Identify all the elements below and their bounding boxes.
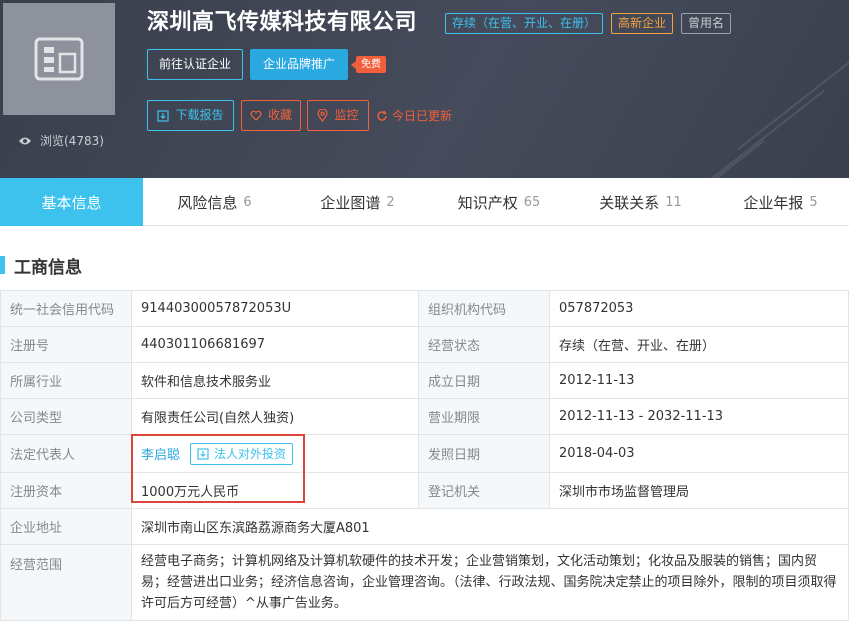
refresh-icon [377, 110, 387, 121]
approve-date-label: 发照日期 [418, 434, 550, 473]
term-value: 2012-11-13 - 2032-11-13 [549, 398, 849, 435]
biz-status-label: 经营状态 [418, 326, 550, 363]
heart-icon [250, 110, 262, 121]
hightech-badge: 高新企业 [611, 13, 674, 34]
founded-label: 成立日期 [418, 362, 550, 399]
status-badge: 存续（在营、开业、在册） [445, 13, 604, 34]
authority-label: 登记机关 [418, 472, 550, 509]
business-info-table: 统一社会信用代码 91440300057872053U 组织机构代码 05787… [0, 290, 849, 621]
org-code-value: 057872053 [549, 290, 849, 327]
favorite-label: 收藏 [267, 108, 292, 122]
table-row: 统一社会信用代码 91440300057872053U 组织机构代码 05787… [0, 290, 849, 327]
scope-value: 经营电子商务；计算机网络及计算机软硬件的技术开发；企业营销策划，文化活动策划；化… [131, 544, 849, 621]
address-value: 深圳市南山区东滨路荔源商务大厦A801 [131, 508, 849, 545]
tab-label: 关联关系 [599, 193, 660, 212]
download-icon [197, 447, 209, 460]
tab-relations[interactable]: 关联关系 11 [569, 178, 712, 226]
tab-label: 企业图谱 [320, 193, 381, 212]
company-type-label: 公司类型 [0, 398, 132, 435]
authority-value: 深圳市市场监督管理局 [549, 472, 849, 509]
tab-label: 知识产权 [457, 193, 518, 212]
term-label: 营业期限 [418, 398, 550, 435]
updated-label: 今日已更新 [392, 109, 453, 123]
table-row: 企业地址 深圳市南山区东滨路荔源商务大厦A801 [0, 508, 849, 545]
decorative-streak [737, 49, 849, 151]
approve-date-value: 2018-04-03 [549, 434, 849, 473]
certify-button[interactable]: 前往认证企业 [147, 49, 243, 80]
section-accent-bar [0, 256, 5, 274]
legal-rep-link[interactable]: 李启聪 [141, 444, 180, 463]
org-code-label: 组织机构代码 [418, 290, 550, 327]
tab-count: 5 [809, 194, 818, 210]
location-pin-icon [317, 109, 329, 122]
table-row: 法定代表人 李启聪 法人对外投资 发照日期 2018-04-03 [0, 434, 849, 473]
reg-no-value: 440301106681697 [131, 326, 419, 363]
legal-rep-cell: 李启聪 法人对外投资 [131, 434, 419, 473]
download-label: 下载报告 [175, 108, 224, 122]
tab-label: 风险信息 [177, 193, 238, 212]
reg-no-label: 注册号 [0, 326, 132, 363]
company-type-value: 有限责任公司(自然人独资) [131, 398, 419, 435]
industry-label: 所属行业 [0, 362, 132, 399]
section-title-text: 工商信息 [14, 257, 82, 278]
table-row: 注册号 440301106681697 经营状态 存续（在营、开业、在册） [0, 326, 849, 363]
tab-ip[interactable]: 知识产权 65 [429, 178, 569, 226]
tab-label: 基本信息 [41, 193, 102, 212]
company-logo [3, 3, 115, 115]
tab-bar: 基本信息 风险信息 6 企业图谱 2 知识产权 65 关联关系 11 企业年报 5 [0, 178, 849, 226]
company-header: 浏览(4783) 深圳高飞传媒科技有限公司 存续（在营、开业、在册） 高新企业 … [0, 0, 849, 178]
monitor-label: 监控 [334, 108, 359, 122]
company-name: 深圳高飞传媒科技有限公司 [147, 10, 418, 35]
founded-value: 2012-11-13 [549, 362, 849, 399]
tab-risk-info[interactable]: 风险信息 6 [143, 178, 286, 226]
table-row: 所属行业 软件和信息技术服务业 成立日期 2012-11-13 [0, 362, 849, 399]
table-row: 注册资本 1000万元人民币 登记机关 深圳市市场监督管理局 [0, 472, 849, 509]
legal-rep-wrap: 李启聪 法人对外投资 [141, 442, 409, 465]
decorative-streak [637, 139, 765, 178]
table-row: 公司类型 有限责任公司(自然人独资) 营业期限 2012-11-13 - 203… [0, 398, 849, 435]
tab-count: 2 [386, 194, 395, 210]
download-report-button[interactable]: 下载报告 [147, 100, 234, 131]
address-label: 企业地址 [0, 508, 132, 545]
credit-code-label: 统一社会信用代码 [0, 290, 132, 327]
brand-promotion-button[interactable]: 企业品牌推广 [250, 49, 348, 80]
certify-button-label: 前往认证企业 [158, 57, 231, 71]
former-name-badge[interactable]: 曾用名 [681, 13, 732, 34]
table-row: 经营范围 经营电子商务；计算机网络及计算机软硬件的技术开发；企业营销策划，文化活… [0, 544, 849, 621]
legal-investment-button[interactable]: 法人对外投资 [190, 442, 294, 465]
capital-label: 注册资本 [0, 472, 132, 509]
view-count-text: 浏览(4783) [40, 134, 104, 148]
biz-status-value: 存续（在营、开业、在册） [549, 326, 849, 363]
section-title: 工商信息 [0, 254, 82, 278]
tab-count: 6 [243, 194, 252, 210]
eye-icon [19, 137, 31, 144]
tab-count: 11 [665, 194, 682, 210]
favorite-button[interactable]: 收藏 [241, 100, 301, 131]
invest-label: 法人对外投资 [214, 447, 287, 461]
monitor-button[interactable]: 监控 [307, 100, 369, 131]
tab-count: 65 [523, 194, 541, 210]
brand-button-label: 企业品牌推广 [262, 57, 335, 71]
scope-label: 经营范围 [0, 544, 132, 621]
view-count: 浏览(4783) [18, 132, 104, 149]
tab-label: 企业年报 [743, 193, 804, 212]
tab-enterprise-graph[interactable]: 企业图谱 2 [286, 178, 429, 226]
capital-value: 1000万元人民币 [131, 472, 419, 509]
updated-status: 今日已更新 [376, 107, 452, 124]
tab-annual-report[interactable]: 企业年报 5 [712, 178, 849, 226]
credit-code-value: 91440300057872053U [131, 290, 419, 327]
download-icon [157, 109, 170, 122]
tab-basic-info[interactable]: 基本信息 [0, 178, 143, 226]
building-icon [34, 37, 84, 81]
industry-value: 软件和信息技术服务业 [131, 362, 419, 399]
decorative-streak [697, 89, 825, 178]
free-badge: 免费 [351, 56, 386, 73]
legal-rep-label: 法定代表人 [0, 434, 132, 473]
